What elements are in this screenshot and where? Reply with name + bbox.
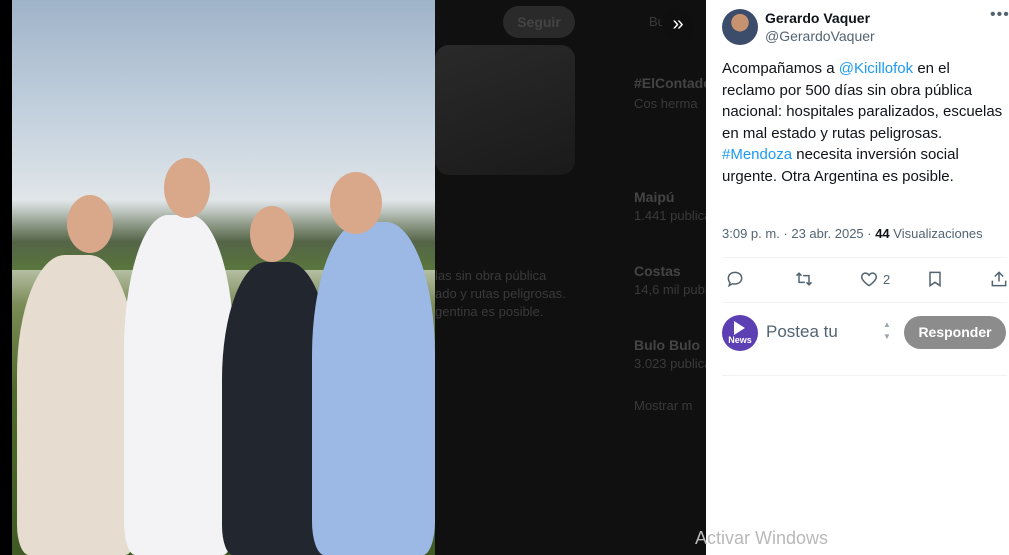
trend-title: Costas [634, 263, 681, 279]
tweet-timestamp[interactable]: 3:09 p. m. · 23 abr. 2025 · [722, 226, 875, 241]
photo-person-1 [17, 255, 137, 555]
like-count: 2 [883, 271, 891, 287]
trend-sub: 14,6 mil publ [634, 282, 706, 297]
views-label: Visualizaciones [889, 226, 983, 241]
reply-composer: News Postea tu ▲ ▼ Responder [722, 314, 1007, 354]
trend-title: Bulo Bulo [634, 337, 701, 353]
photo-head-4 [330, 172, 382, 234]
more-options-icon[interactable]: ••• [990, 6, 1009, 24]
author-avatar[interactable] [722, 9, 758, 45]
photo-head-1 [67, 195, 113, 253]
background-tweet-line: gentina es posible. [435, 304, 544, 319]
follow-button[interactable]: Seguir [503, 6, 575, 38]
background-thumbnail [435, 45, 575, 175]
play-icon [734, 321, 745, 335]
tweet-panel: Gerardo Vaquer @GerardoVaquer ••• Acompa… [706, 0, 1009, 555]
bookmark-icon [929, 271, 941, 288]
background-tweet-line: ado y rutas peligrosas. [435, 286, 566, 301]
photo-person-2 [124, 215, 234, 555]
tweet-text: Acompañamos a @Kicillofok en el reclamo … [722, 58, 1004, 188]
tweet-text-segment: Acompañamos a [722, 60, 839, 77]
share-action[interactable] [989, 266, 1009, 292]
background-tweet-line: las sin obra pública [435, 268, 547, 283]
avatar-label: News [728, 335, 752, 345]
divider [722, 257, 1007, 258]
photo-head-2 [164, 158, 210, 218]
share-icon [991, 271, 1007, 287]
windows-activation-watermark: Activar Windows [695, 528, 829, 548]
trend-sub: 1.441 publica [634, 208, 706, 223]
left-margin [0, 0, 12, 555]
tweet-photo[interactable] [12, 0, 435, 555]
divider [722, 302, 1007, 303]
trend-title: Maipú [634, 189, 675, 205]
hashtag-link[interactable]: #Mendoza [722, 146, 792, 163]
background-page: Seguir Bu #ElContado Cos herma Maipú 1.4… [435, 0, 706, 555]
reply-action[interactable] [725, 266, 745, 292]
author-name[interactable]: Gerardo Vaquer [765, 10, 870, 26]
user-avatar[interactable]: News [722, 315, 758, 351]
bookmark-action[interactable] [925, 266, 945, 292]
photo-head-3 [250, 206, 294, 262]
like-action[interactable]: 2 [859, 266, 890, 292]
author-handle[interactable]: @GerardoVaquer [765, 28, 875, 44]
heart-icon [860, 272, 878, 287]
expand-icon[interactable]: » [662, 9, 694, 41]
trend-sub: 3.023 publica [634, 356, 706, 371]
tweet-actions: 2 [722, 266, 1007, 292]
show-more-link: Mostrar m [634, 398, 693, 413]
views-count: 44 [875, 226, 890, 241]
divider [722, 375, 1007, 376]
photo-person-4 [312, 222, 435, 555]
mention-link[interactable]: @Kicillofok [839, 60, 913, 77]
trend-title: #ElContado [634, 75, 706, 91]
reply-input[interactable]: Postea tu [766, 322, 838, 342]
retweet-action[interactable] [794, 266, 814, 292]
retweet-icon [795, 272, 813, 286]
scroll-stepper-icon[interactable]: ▲ ▼ [881, 319, 893, 345]
reply-icon [727, 271, 743, 288]
trend-sub: Cos herma [634, 96, 698, 111]
reply-button[interactable]: Responder [904, 316, 1006, 349]
tweet-meta: 3:09 p. m. · 23 abr. 2025 · 44 Visualiza… [722, 226, 983, 241]
